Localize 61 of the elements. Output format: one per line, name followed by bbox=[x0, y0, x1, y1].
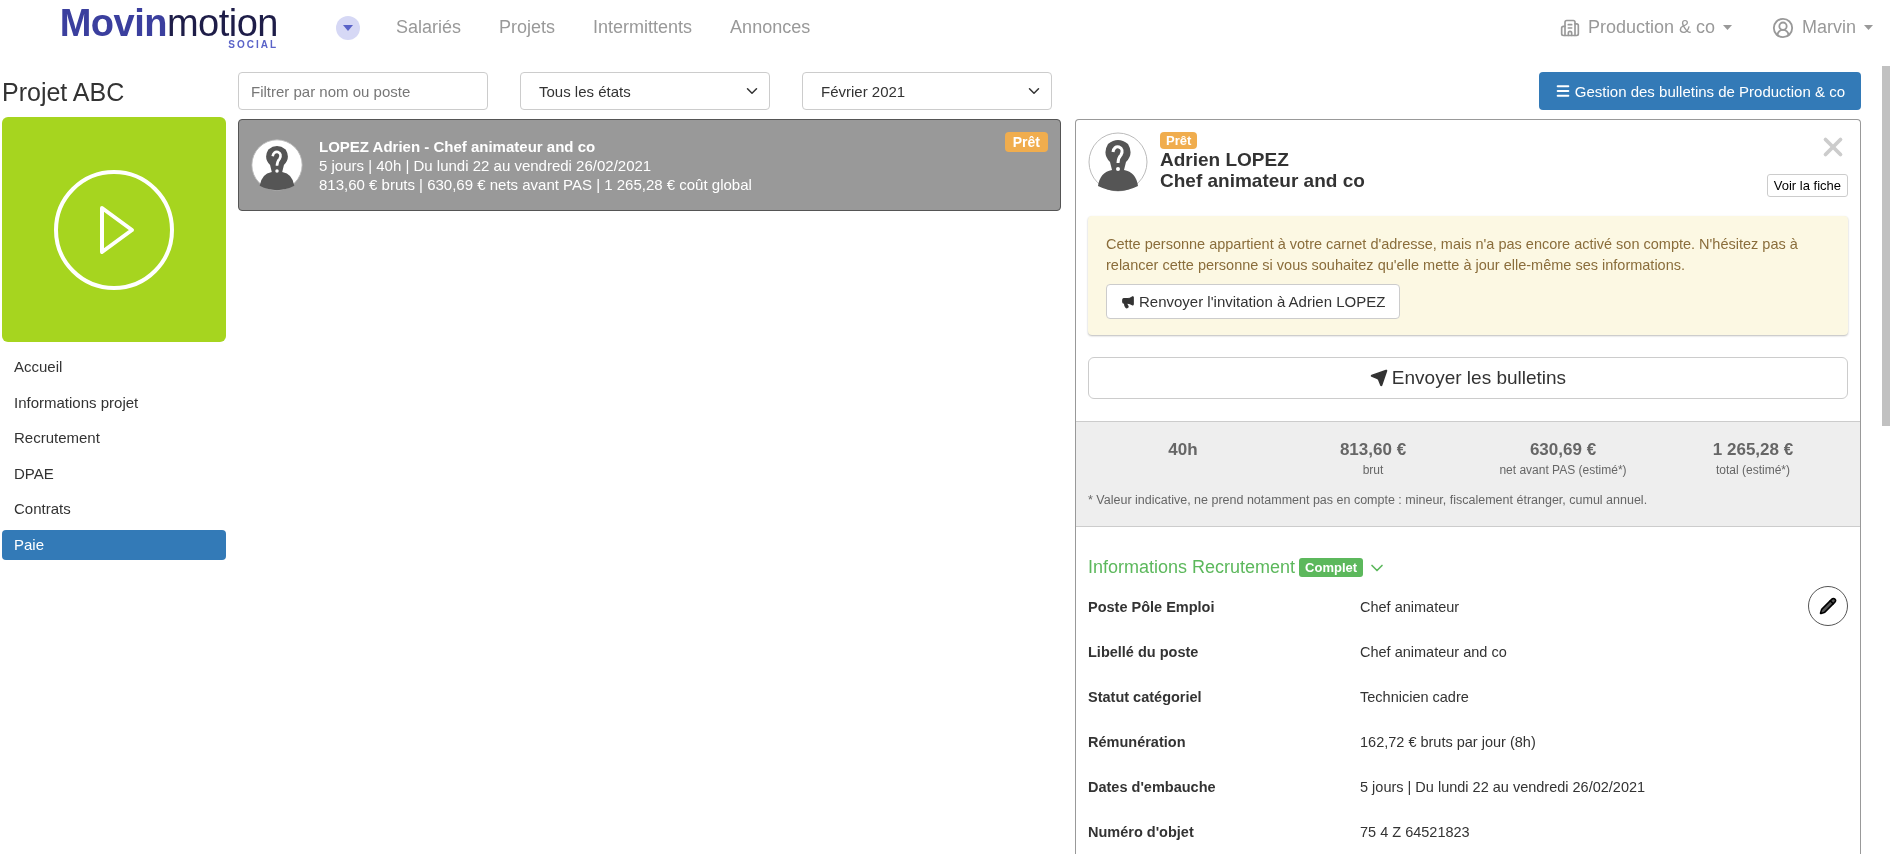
field-label: Statut catégoriel bbox=[1088, 688, 1203, 705]
employee-schedule: 5 jours | 40h | Du lundi 22 au vendredi 26/02/2021 bbox=[319, 156, 653, 174]
building-icon bbox=[1559, 17, 1580, 38]
stat-label: net avant PAS (estimé*) bbox=[1499, 463, 1627, 477]
field-label: Rémunération bbox=[1088, 733, 1187, 750]
resend-invite-button[interactable]: Renvoyer l'invitation à Adrien LOPEZ bbox=[1106, 284, 1401, 319]
field-value: Technicien cadre bbox=[1360, 688, 1469, 705]
logo[interactable]: Movinmotion bbox=[59, 5, 278, 41]
avatar-icon bbox=[251, 139, 303, 191]
footnote: * Valeur indicative, ne prend notamment pas en compte : mineur, fiscalement étranger, cumul annuel. bbox=[1088, 493, 1648, 507]
stat-label: brut bbox=[1362, 463, 1384, 477]
sidebar-item[interactable]: Paie bbox=[2, 529, 226, 560]
sidebar-item[interactable]: Recrutement bbox=[2, 423, 226, 454]
project-title: Projet ABC bbox=[2, 77, 126, 107]
employee-pay: 813,60 € bruts | 630,69 € nets avant PAS | 1 265,28 € coût global bbox=[319, 175, 752, 193]
employee-title: LOPEZ Adrien - Chef animateur and co bbox=[319, 137, 597, 155]
stat-label: total (estimé*) bbox=[1716, 463, 1790, 477]
month-select[interactable]: Février 2021 bbox=[802, 72, 1052, 110]
paper-plane-icon bbox=[1369, 369, 1388, 387]
send-payslips-button[interactable]: Envoyer les bulletins bbox=[1088, 357, 1848, 399]
field-value: 75 4 Z 64521823 bbox=[1360, 823, 1470, 840]
field-value: Chef animateur bbox=[1360, 598, 1460, 615]
caret-icon bbox=[1864, 25, 1873, 30]
menu-icon bbox=[1554, 83, 1571, 99]
sidebar-item[interactable]: DPAE bbox=[2, 458, 226, 489]
stat-value: 1 265,28 € bbox=[1712, 440, 1794, 460]
notice-text: Cette personne appartient à votre carnet d'adresse, mais n'a pas encore activé son compte. N'hésitez pas à relancer cette personne si vous souhaitez qu'elle mette à jour elle-même ses informations. bbox=[1106, 235, 1799, 275]
status-badge: Prêt bbox=[1004, 132, 1048, 152]
play-icon bbox=[52, 167, 176, 292]
search-field[interactable]: Filtrer par nom ou poste bbox=[238, 72, 488, 110]
field-label: Poste Pôle Emploi bbox=[1088, 598, 1216, 615]
field-value: 5 jours | Du lundi 22 au vendredi 26/02/2021 bbox=[1360, 778, 1646, 795]
field-label: Numéro d'objet bbox=[1088, 823, 1195, 840]
user-icon bbox=[1772, 16, 1794, 39]
status-badge: Prêt bbox=[1160, 132, 1198, 149]
logo-tagline: SOCIAL bbox=[228, 39, 278, 50]
employee-role: Chef animateur and co bbox=[1160, 170, 1365, 191]
caret-icon bbox=[1723, 25, 1732, 30]
avatar-icon bbox=[1088, 132, 1148, 192]
scrollbar[interactable] bbox=[1882, 66, 1890, 426]
sidebar-item[interactable]: Contrats bbox=[2, 494, 226, 525]
pencil-icon bbox=[1819, 597, 1837, 615]
state-select[interactable]: Tous les états bbox=[520, 72, 770, 110]
edit-button[interactable] bbox=[1808, 586, 1848, 626]
sidebar-item[interactable]: Informations projet bbox=[2, 387, 226, 418]
dropdown-button[interactable] bbox=[336, 15, 360, 40]
megaphone-icon bbox=[1121, 294, 1135, 309]
stat-value: 40h bbox=[1168, 440, 1198, 460]
field-label: Libellé du poste bbox=[1088, 643, 1200, 660]
manage-payslips-button[interactable]: Gestion des bulletins de Production & co bbox=[1538, 72, 1861, 110]
employee-name: Adrien LOPEZ bbox=[1160, 149, 1289, 170]
field-label: Dates d'embauche bbox=[1088, 778, 1217, 795]
view-profile-button[interactable]: Voir la fiche bbox=[1766, 174, 1848, 197]
stat-value: 630,69 € bbox=[1529, 440, 1597, 460]
complete-badge: Complet bbox=[1299, 558, 1364, 577]
section-title: Informations Recrutement bbox=[1088, 557, 1296, 578]
field-value: 162,72 € bruts par jour (8h) bbox=[1360, 733, 1536, 750]
caret-icon bbox=[343, 24, 353, 31]
field-value: Chef animateur and co bbox=[1360, 643, 1507, 660]
stat-value: 813,60 € bbox=[1339, 440, 1407, 460]
sidebar-item[interactable]: Accueil bbox=[2, 352, 226, 382]
